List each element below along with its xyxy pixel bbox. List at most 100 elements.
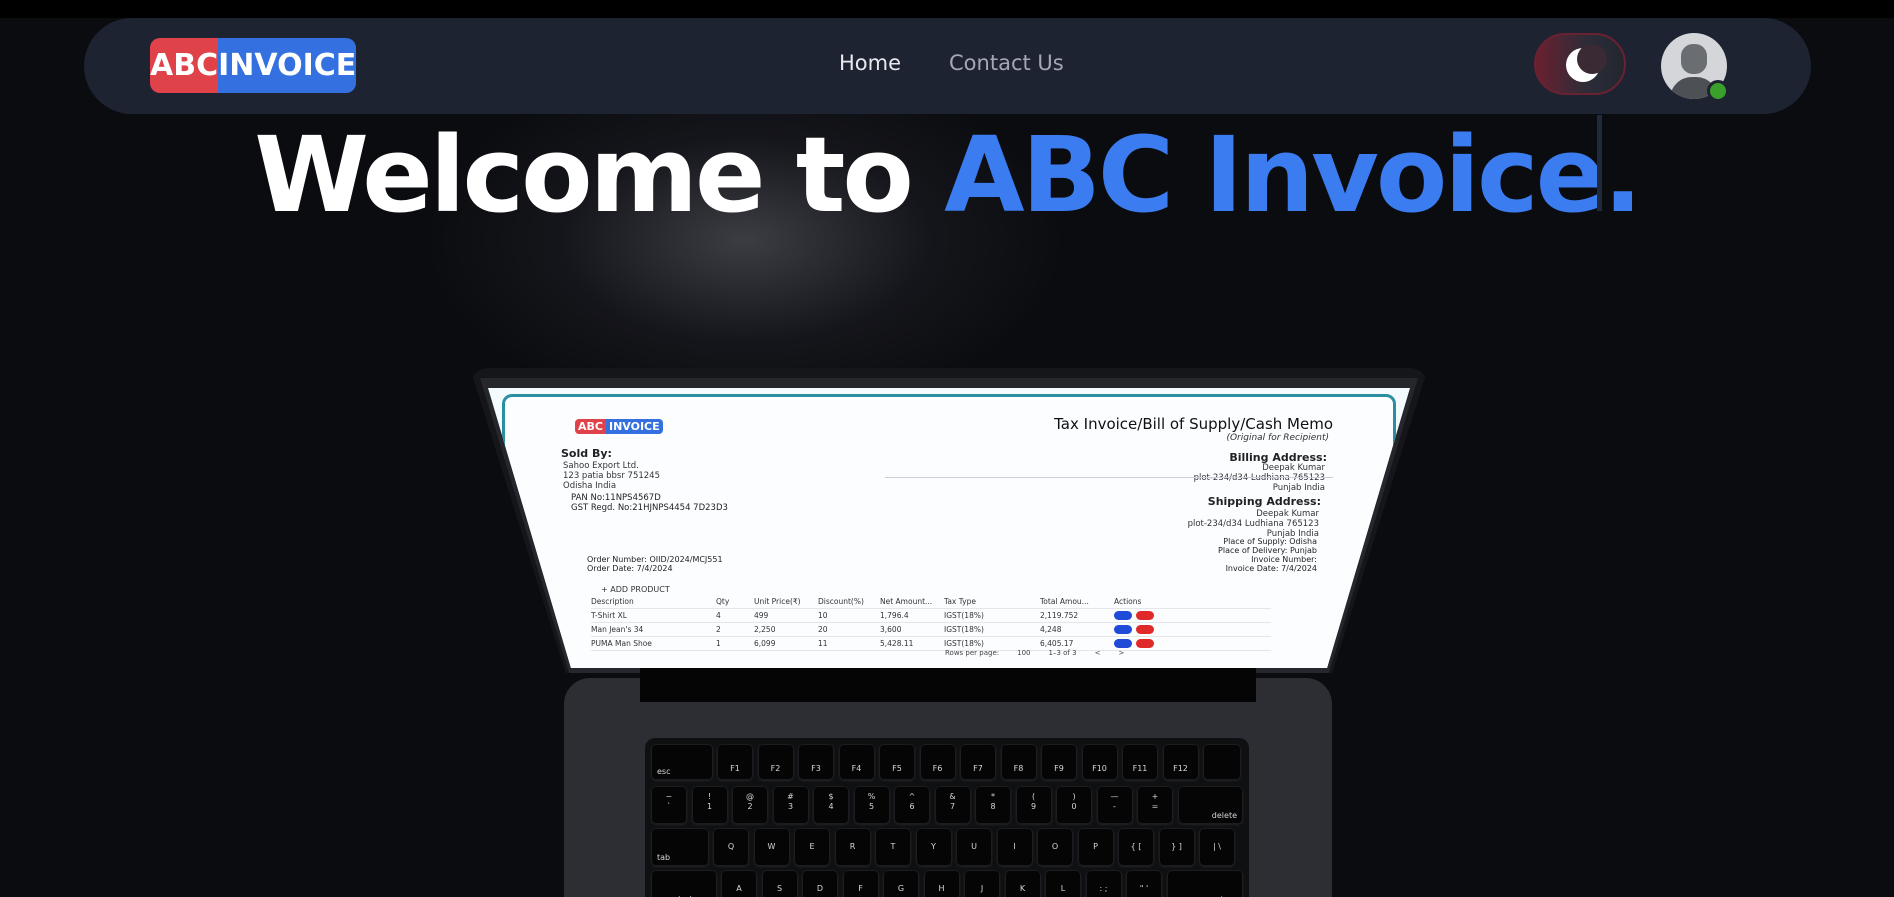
key-caps-lock[interactable]: caps lock <box>651 870 717 897</box>
key[interactable]: T <box>875 828 911 866</box>
key-delete[interactable]: delete <box>1177 786 1243 824</box>
pan-number: PAN No:11NPS4567D <box>571 493 661 503</box>
key-f5[interactable]: F5 <box>879 744 915 780</box>
key-label: G <box>897 884 905 893</box>
key[interactable]: | \ <box>1199 828 1235 866</box>
key-label: esc <box>657 767 671 776</box>
key-return[interactable]: return <box>1166 870 1243 897</box>
edit-icon[interactable] <box>1114 639 1132 648</box>
key[interactable]: { [ <box>1118 828 1154 866</box>
key[interactable]: R <box>834 828 871 866</box>
delete-icon[interactable] <box>1136 639 1154 648</box>
edit-icon[interactable] <box>1114 611 1132 620</box>
nav-contact-link[interactable]: Contact Us <box>949 51 1064 75</box>
key[interactable]: % 5 <box>853 786 890 824</box>
key-f9[interactable]: F9 <box>1041 744 1077 780</box>
col-header[interactable]: Discount(%) <box>818 597 880 606</box>
key[interactable]: K <box>1004 870 1041 897</box>
key[interactable]: ) 0 <box>1056 786 1092 824</box>
key[interactable]: & 7 <box>934 786 971 824</box>
col-header[interactable]: Description <box>591 597 716 606</box>
key[interactable]: } ] <box>1158 828 1195 866</box>
key-f7[interactable]: F7 <box>960 744 996 780</box>
key[interactable]: O <box>1037 828 1073 866</box>
invoice-logo-invoice: INVOICE <box>605 419 663 434</box>
divider <box>885 477 1333 478</box>
key[interactable]: I <box>996 828 1033 866</box>
typing-cursor <box>1597 115 1602 211</box>
key-label: F12 <box>1173 764 1188 773</box>
key-label: + = <box>1151 792 1159 811</box>
key[interactable]: ^ 6 <box>894 786 930 824</box>
key-f11[interactable]: F11 <box>1122 744 1158 780</box>
key-f2[interactable]: F2 <box>757 744 794 780</box>
key[interactable]: J <box>964 870 1000 897</box>
add-product-button[interactable]: + ADD PRODUCT <box>601 585 670 594</box>
key[interactable]: L <box>1045 870 1081 897</box>
key-label: @ 2 <box>746 792 754 811</box>
key-label: & 7 <box>949 792 956 811</box>
key[interactable]: : ; <box>1085 870 1122 897</box>
power-button[interactable] <box>1203 744 1241 780</box>
col-header[interactable]: Total Amou... <box>1040 597 1114 606</box>
key[interactable]: " ' <box>1126 870 1162 897</box>
key[interactable]: + = <box>1137 786 1173 824</box>
key-f10[interactable]: F10 <box>1081 744 1118 780</box>
key[interactable]: U <box>956 828 992 866</box>
key[interactable]: E <box>794 828 830 866</box>
col-header[interactable]: Net Amount... <box>880 597 944 606</box>
col-header[interactable]: Unit Price(₹) <box>754 597 818 606</box>
key-f4[interactable]: F4 <box>838 744 875 780</box>
invoice-number: Invoice Number: <box>1251 555 1317 564</box>
key[interactable]: D <box>802 870 838 897</box>
key[interactable]: # 3 <box>772 786 809 824</box>
key[interactable]: H <box>923 870 960 897</box>
next-page-button[interactable]: > <box>1118 649 1124 657</box>
key[interactable]: Y <box>915 828 952 866</box>
key-f8[interactable]: F8 <box>1000 744 1037 780</box>
key-glyph <box>1041 748 1077 758</box>
col-header[interactable]: Qty <box>716 597 754 606</box>
key[interactable]: G <box>883 870 919 897</box>
key[interactable]: W <box>753 828 790 866</box>
pagination-range: 1–3 of 3 <box>1048 649 1077 657</box>
gst-number: GST Regd. No:21HJNPS4454 7D23D3 <box>571 503 728 513</box>
key[interactable]: A <box>721 870 757 897</box>
key[interactable]: Q <box>713 828 749 866</box>
cell: 5,428.11 <box>880 639 914 648</box>
key[interactable]: $ 4 <box>813 786 849 824</box>
key[interactable]: @ 2 <box>732 786 768 824</box>
key[interactable]: * 8 <box>975 786 1011 824</box>
brand-logo[interactable]: ABC INVOICE <box>150 38 356 93</box>
key[interactable]: P <box>1077 828 1114 866</box>
cell: IGST(18%) <box>944 611 984 620</box>
key-glyph <box>758 748 794 758</box>
col-header[interactable]: Tax Type <box>944 597 1040 606</box>
invoice-subtitle: (Original for Recipient) <box>1226 433 1329 443</box>
key[interactable]: S <box>761 870 798 897</box>
key-label: ^ 6 <box>908 792 916 811</box>
shipping-line: Deepak Kumar <box>1256 509 1319 519</box>
key[interactable]: F <box>842 870 879 897</box>
key[interactable]: ( 9 <box>1015 786 1052 824</box>
key-f3[interactable]: F3 <box>798 744 834 780</box>
theme-toggle-button[interactable] <box>1534 33 1626 95</box>
key-f1[interactable]: F1 <box>717 744 753 780</box>
delete-icon[interactable] <box>1136 611 1154 620</box>
key-glyph <box>1122 748 1158 758</box>
key-f6[interactable]: F6 <box>919 744 956 780</box>
nav-home-link[interactable]: Home <box>839 51 901 75</box>
key-label: ~ ` <box>665 792 673 811</box>
order-info: Order Number: OIID/2024/MCJ551 Order Dat… <box>587 555 723 573</box>
prev-page-button[interactable]: < <box>1095 649 1101 657</box>
key-esc[interactable]: esc <box>651 744 713 780</box>
rows-per-page-select[interactable]: 100 <box>1017 649 1030 657</box>
edit-icon[interactable] <box>1114 625 1132 634</box>
key[interactable]: ~ ` <box>651 786 687 824</box>
key-f12[interactable]: F12 <box>1162 744 1199 780</box>
key-tab[interactable]: tab <box>651 828 709 866</box>
key-label: J <box>980 884 984 893</box>
key[interactable]: — - <box>1096 786 1133 824</box>
key[interactable]: ! 1 <box>691 786 728 824</box>
delete-icon[interactable] <box>1136 625 1154 634</box>
